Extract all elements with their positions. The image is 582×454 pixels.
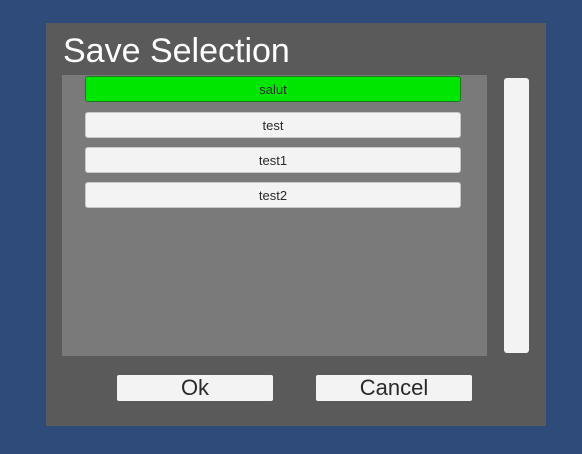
ok-button[interactable]: Ok	[117, 375, 273, 401]
cancel-button[interactable]: Cancel	[316, 375, 472, 401]
list-scrollbar[interactable]	[504, 78, 529, 353]
list-item-test2[interactable]: test2	[85, 182, 461, 208]
dialog-title: Save Selection	[63, 32, 290, 70]
list-item-test[interactable]: test	[85, 112, 461, 138]
list-item-salut[interactable]: salut	[85, 76, 461, 102]
list-item-test1[interactable]: test1	[85, 147, 461, 173]
save-selection-dialog: Save Selection salut test test1 test2 Ok…	[46, 23, 546, 426]
save-list-panel: salut test test1 test2	[62, 75, 487, 356]
